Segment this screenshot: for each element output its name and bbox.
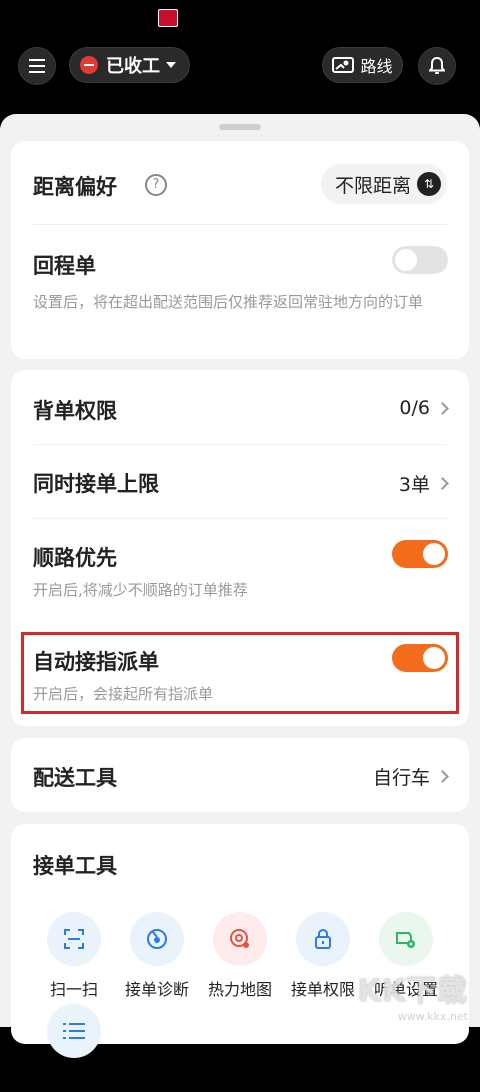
backlog-permission-value: 0/6 [399, 397, 430, 419]
top-bar: 已收工 路线 [0, 0, 480, 120]
tool-diagnosis[interactable]: 接单诊断 [116, 912, 198, 1000]
chevron-right-icon [436, 401, 449, 415]
listen-settings-icon [379, 912, 433, 966]
tool-heatmap[interactable]: 热力地图 [199, 912, 281, 1000]
work-status-label: 已收工 [106, 56, 160, 77]
watermark: KK下载 www.kkx.net [358, 966, 469, 1023]
menu-button[interactable] [18, 47, 56, 85]
distance-value: 不限距离 [334, 174, 411, 197]
delivery-tool-value: 自行车 [372, 767, 430, 789]
tool-label: 扫一扫 [49, 980, 98, 999]
list-icon [47, 1004, 101, 1058]
backlog-permission-row[interactable]: 背单权限 0/6 [11, 370, 469, 444]
diagnosis-icon [130, 912, 184, 966]
lock-icon [296, 912, 350, 966]
order-limit-row[interactable]: 同时接单上限 3单 [11, 445, 469, 518]
backlog-permission-title: 背单权限 [33, 399, 117, 423]
tool-label: 接单权限 [290, 980, 355, 999]
chevron-down-icon [166, 62, 176, 68]
watermark-brand: KK下载 [357, 974, 468, 1009]
menu-icon [29, 59, 45, 73]
watermark-url: www.kkx.net [397, 1010, 468, 1023]
route-priority-description: 开启后,将减少不顺路的订单推荐 [33, 581, 248, 599]
toggle-knob [395, 249, 417, 271]
delivery-tool-value-wrap: 自行车 [372, 763, 449, 790]
order-limit-value-wrap: 3单 [398, 470, 449, 497]
tool-permission[interactable]: 接单权限 [282, 912, 364, 1000]
delivery-tool-row[interactable]: 配送工具 自行车 [11, 738, 469, 812]
order-limit-value: 3单 [398, 474, 430, 496]
divider [33, 518, 447, 519]
divider [33, 224, 447, 225]
backlog-permission-value-wrap: 0/6 [399, 397, 449, 419]
help-icon[interactable]: ? [145, 174, 167, 196]
stop-icon [80, 56, 98, 74]
route-priority-title: 顺路优先 [33, 546, 117, 570]
distance-preference-title: 距离偏好 [33, 175, 117, 199]
preference-card: 距离偏好 ? 不限距离 ⇅ 回程单 设置后，将在超出配送范围后仅推荐返回常驻地方… [11, 141, 469, 359]
chevron-right-icon [436, 770, 449, 783]
distance-preference-selector[interactable]: 不限距离 ⇅ [321, 164, 447, 204]
order-tools-title: 接单工具 [33, 854, 117, 878]
route-button[interactable]: 路线 [322, 47, 403, 83]
route-map-icon [332, 57, 355, 73]
route-priority-toggle[interactable] [392, 540, 448, 568]
highlight-box [21, 632, 459, 714]
route-label: 路线 [360, 57, 393, 76]
tool-more[interactable] [33, 1004, 115, 1058]
order-limit-title: 同时接单上限 [33, 472, 159, 496]
tool-label: 热力地图 [207, 980, 272, 999]
return-order-toggle[interactable] [392, 246, 448, 274]
toggle-knob [423, 543, 445, 565]
app-logo-icon [158, 9, 178, 27]
order-settings-card: 背单权限 0/6 同时接单上限 3单 顺路优先 开启后,将减少不顺路的订单推荐 … [11, 370, 469, 726]
tool-scan[interactable]: 扫一扫 [33, 912, 115, 1000]
tool-label: 接单诊断 [124, 980, 189, 999]
heatmap-icon [213, 912, 267, 966]
scan-icon [47, 912, 101, 966]
settings-sheet: 距离偏好 ? 不限距离 ⇅ 回程单 设置后，将在超出配送范围后仅推荐返回常驻地方… [0, 114, 480, 1058]
work-status-dropdown[interactable]: 已收工 [69, 47, 190, 83]
swap-icon: ⇅ [417, 172, 441, 196]
return-order-title: 回程单 [33, 254, 96, 278]
notification-button[interactable] [418, 47, 456, 85]
return-order-description: 设置后，将在超出配送范围后仅推荐返回常驻地方向的订单 [33, 293, 424, 311]
chevron-right-icon [436, 477, 449, 490]
bell-icon [429, 57, 445, 74]
delivery-tool-title: 配送工具 [33, 766, 117, 790]
drag-handle[interactable] [219, 124, 261, 130]
